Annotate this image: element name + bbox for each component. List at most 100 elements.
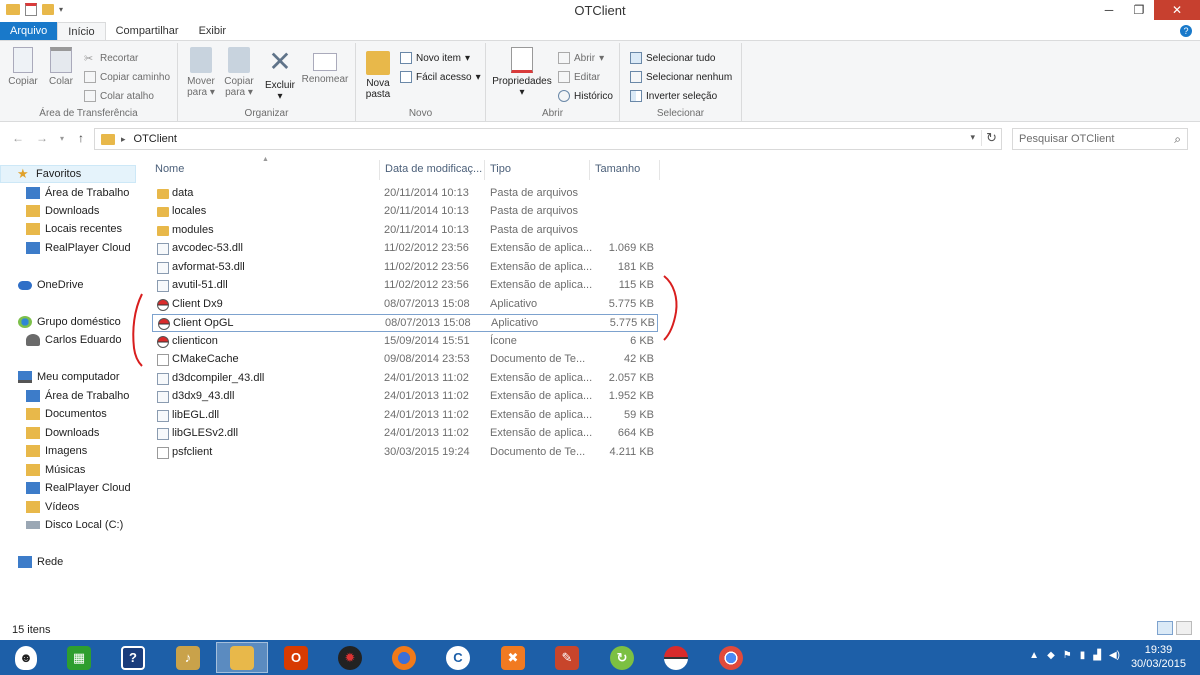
- column-header-date[interactable]: Data de modificaç...: [380, 160, 485, 180]
- taskbar-green-app[interactable]: ↻: [596, 642, 648, 673]
- taskbar-file-explorer[interactable]: [216, 642, 268, 673]
- taskbar-bell-app[interactable]: ♪: [162, 642, 214, 673]
- list-item[interactable]: d3dcompiler_43.dll 24/01/2013 11:02 Exte…: [152, 370, 658, 388]
- nav-recent[interactable]: Locais recentes: [0, 220, 122, 238]
- show-hidden-icons-icon[interactable]: ▲: [1029, 650, 1039, 661]
- tray-app-icon[interactable]: ◆: [1047, 650, 1055, 661]
- column-header-type[interactable]: Tipo: [485, 160, 590, 180]
- list-item[interactable]: clienticon 15/09/2014 15:51 Ícone 6 KB: [152, 333, 658, 351]
- list-item[interactable]: data 20/11/2014 10:13 Pasta de arquivos: [152, 185, 658, 203]
- delete-button[interactable]: ✕ Excluir ▾: [262, 47, 298, 103]
- taskbar-ccleaner-app[interactable]: C: [432, 642, 484, 673]
- help-icon[interactable]: ?: [1180, 25, 1192, 37]
- up-arrow-icon[interactable]: ↑: [78, 131, 84, 145]
- paste-button[interactable]: Colar: [44, 47, 78, 87]
- history-button[interactable]: Histórico: [558, 88, 613, 104]
- breadcrumb[interactable]: OTClient: [134, 133, 177, 145]
- list-item[interactable]: Client Dx9 08/07/2013 15:08 Aplicativo 5…: [152, 296, 658, 314]
- nav-downloads[interactable]: Downloads: [0, 202, 99, 220]
- easy-access-button[interactable]: Fácil acesso ▾: [400, 69, 481, 85]
- nav-pc-downloads[interactable]: Downloads: [0, 424, 99, 442]
- network-icon[interactable]: ▟: [1093, 650, 1101, 661]
- nav-desktop[interactable]: Área de Trabalho: [0, 184, 129, 202]
- volume-icon[interactable]: ◀): [1109, 650, 1120, 661]
- nav-network[interactable]: Rede: [0, 553, 63, 571]
- taskbar-xbox-app[interactable]: ▦: [53, 642, 105, 673]
- nav-user[interactable]: Carlos Eduardo: [0, 331, 121, 349]
- list-item[interactable]: d3dx9_43.dll 24/01/2013 11:02 Extensão d…: [152, 388, 658, 406]
- new-item-button[interactable]: Novo item ▾: [400, 50, 470, 66]
- search-input[interactable]: Pesquisar OTClient ⌕: [1012, 128, 1188, 150]
- taskbar-office-app[interactable]: O: [270, 642, 322, 673]
- address-bar[interactable]: ▸ OTClient ▾ ↻: [94, 128, 1002, 150]
- nav-pc-desktop[interactable]: Área de Trabalho: [0, 387, 129, 405]
- large-icons-view-icon[interactable]: [1176, 621, 1192, 635]
- invert-selection-button[interactable]: Inverter seleção: [630, 88, 717, 104]
- move-to-button[interactable]: Mover para ▾: [182, 47, 220, 98]
- tab-home[interactable]: Início: [57, 22, 106, 40]
- list-item[interactable]: CMakeCache 09/08/2014 23:53 Documento de…: [152, 351, 658, 369]
- taskbar-gear-app[interactable]: ✹: [324, 642, 376, 673]
- select-all-button[interactable]: Selecionar tudo: [630, 50, 716, 66]
- taskbar-mask-app[interactable]: ☻: [0, 642, 52, 673]
- battery-icon[interactable]: ▮: [1080, 650, 1086, 661]
- taskbar-cleaner-app[interactable]: ✎: [541, 642, 593, 673]
- list-item[interactable]: avformat-53.dll 11/02/2012 23:56 Extensã…: [152, 259, 658, 277]
- forward-arrow-icon[interactable]: →: [36, 131, 48, 145]
- nav-computer[interactable]: Meu computador: [0, 368, 120, 386]
- column-header-size[interactable]: Tamanho: [590, 160, 660, 180]
- nav-pc-realplayer[interactable]: RealPlayer Cloud: [0, 479, 131, 497]
- nav-onedrive[interactable]: OneDrive: [0, 276, 83, 294]
- close-button[interactable]: ✕: [1154, 0, 1200, 20]
- tab-file[interactable]: Arquivo: [0, 22, 58, 40]
- pokeball-icon: [664, 645, 688, 670]
- cut-button[interactable]: ✂ Recortar: [84, 50, 138, 66]
- paste-shortcut-button[interactable]: Colar atalho: [84, 88, 154, 104]
- taskbar-firefox[interactable]: [378, 642, 430, 673]
- refresh-icon[interactable]: ↻: [981, 130, 997, 146]
- taskbar-otclient[interactable]: [650, 642, 702, 673]
- nav-pc-images[interactable]: Imagens: [0, 442, 87, 460]
- edit-button[interactable]: Editar: [558, 69, 600, 85]
- column-header-name[interactable]: Nome: [150, 160, 380, 180]
- list-item-selected[interactable]: Client OpGL 08/07/2013 15:08 Aplicativo …: [152, 314, 658, 332]
- breadcrumb-separator-icon[interactable]: ▸: [121, 134, 126, 145]
- list-item[interactable]: locales 20/11/2014 10:13 Pasta de arquiv…: [152, 203, 658, 221]
- maximize-button[interactable]: ❐: [1124, 0, 1154, 20]
- flag-icon[interactable]: ⚑: [1063, 650, 1072, 661]
- copy-path-button[interactable]: Copiar caminho: [84, 69, 170, 85]
- taskbar-clock[interactable]: 19:39 30/03/2015: [1131, 643, 1186, 671]
- list-item[interactable]: avcodec-53.dll 11/02/2012 23:56 Extensão…: [152, 240, 658, 258]
- nav-favorites[interactable]: ★ Favoritos: [0, 165, 136, 183]
- list-item[interactable]: psfclient 30/03/2015 19:24 Documento de …: [152, 444, 658, 462]
- list-item[interactable]: avutil-51.dll 11/02/2012 23:56 Extensão …: [152, 277, 658, 295]
- new-folder-button[interactable]: Nova pasta: [360, 47, 396, 100]
- taskbar-xampp[interactable]: ✖: [487, 642, 539, 673]
- list-item[interactable]: libEGL.dll 24/01/2013 11:02 Extensão de …: [152, 407, 658, 425]
- rename-button[interactable]: Renomear: [300, 47, 350, 85]
- details-view-icon[interactable]: [1157, 621, 1173, 635]
- nav-homegroup[interactable]: Grupo doméstico: [0, 313, 121, 331]
- nav-pc-music[interactable]: Músicas: [0, 461, 85, 479]
- copy-button[interactable]: Copiar: [6, 47, 40, 87]
- tab-share[interactable]: Compartilhar: [106, 22, 189, 40]
- back-arrow-icon[interactable]: ←: [12, 131, 24, 145]
- list-item[interactable]: libGLESv2.dll 24/01/2013 11:02 Extensão …: [152, 425, 658, 443]
- properties-button[interactable]: Propriedades ▾: [490, 47, 554, 98]
- chevron-down-icon[interactable]: ▾: [970, 132, 975, 143]
- minimize-button[interactable]: ─: [1094, 0, 1124, 20]
- file-size: 5.775 KB: [608, 298, 654, 310]
- select-none-button[interactable]: Selecionar nenhum: [630, 69, 732, 85]
- nav-pc-videos[interactable]: Vídeos: [0, 498, 79, 516]
- recent-locations-chevron-icon[interactable]: ▾: [60, 134, 64, 143]
- taskbar-chrome[interactable]: [705, 642, 757, 673]
- nav-realplayer[interactable]: RealPlayer Cloud: [0, 239, 131, 257]
- tab-view[interactable]: Exibir: [189, 22, 237, 40]
- copy-to-button[interactable]: Copiar para ▾: [220, 47, 258, 98]
- nav-pc-disk[interactable]: Disco Local (C:): [0, 516, 123, 534]
- open-button[interactable]: Abrir ▾: [558, 50, 604, 66]
- open-group-label: Abrir: [541, 108, 564, 119]
- taskbar-help-app[interactable]: ?: [107, 642, 159, 673]
- nav-pc-documents[interactable]: Documentos: [0, 405, 107, 423]
- list-item[interactable]: modules 20/11/2014 10:13 Pasta de arquiv…: [152, 222, 658, 240]
